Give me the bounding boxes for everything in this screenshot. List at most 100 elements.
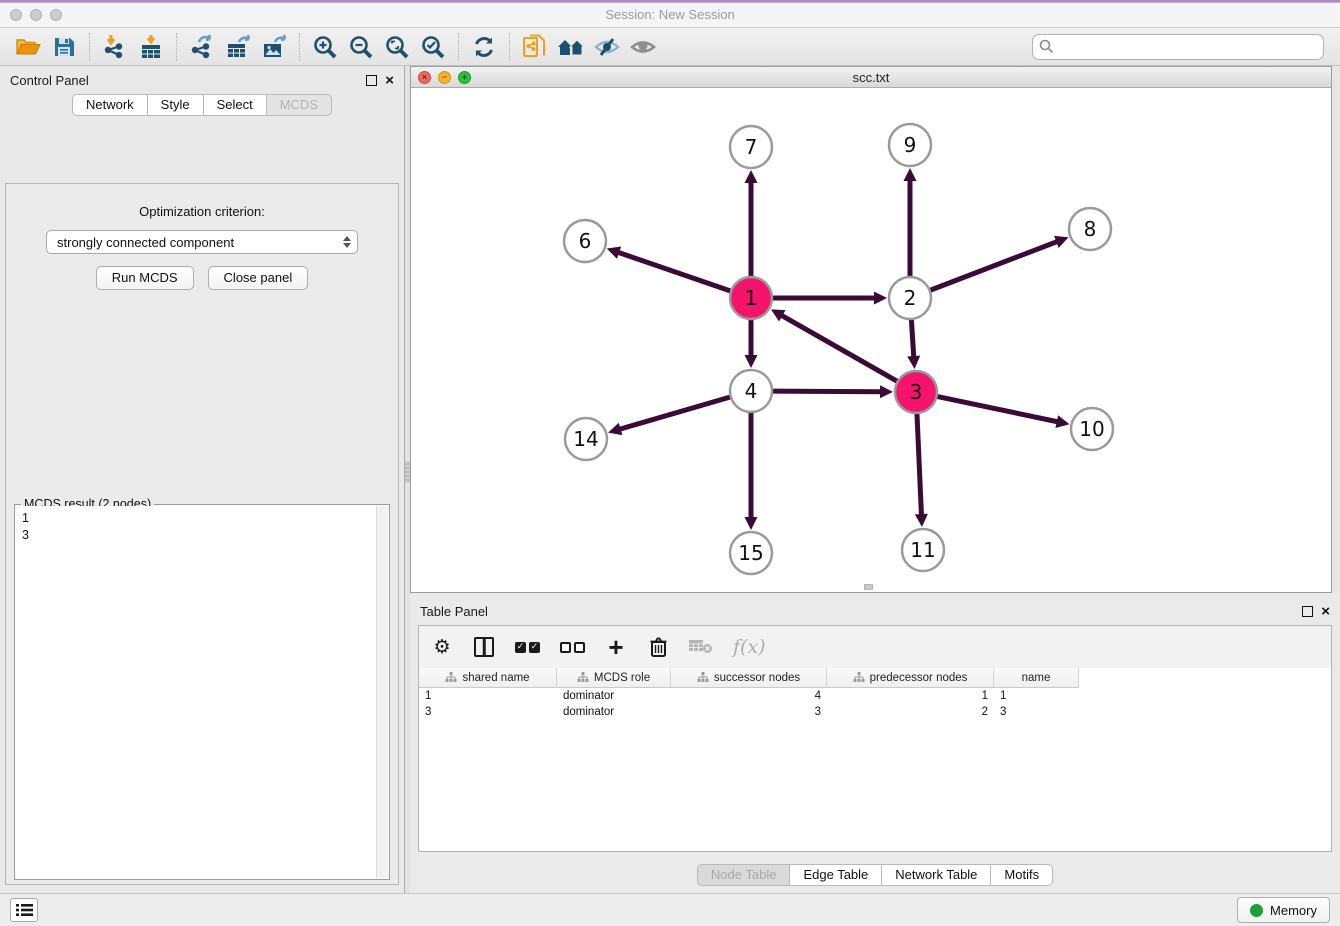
edge-3-11[interactable] (917, 414, 922, 516)
close-panel-button[interactable]: Close panel (208, 266, 309, 290)
column-header-predecessor-nodes[interactable]: predecessor nodes (827, 668, 994, 688)
result-scrollbar[interactable] (376, 506, 388, 878)
zoom-selected-icon (420, 34, 446, 60)
zoom-fit-button[interactable] (379, 32, 415, 62)
open-file-button[interactable] (10, 32, 46, 62)
hide-selected-button[interactable] (589, 32, 625, 62)
open-folder-icon (15, 35, 41, 59)
export-table-button[interactable] (220, 32, 256, 62)
edge-arrow-icon (874, 292, 887, 305)
network-hscroll-handle[interactable] (864, 584, 873, 590)
show-column-panel-button[interactable] (473, 634, 495, 660)
table-tab-motifs[interactable]: Motifs (990, 864, 1053, 886)
close-table-panel-icon[interactable]: × (1321, 606, 1330, 617)
network-canvas[interactable]: 7968124314101511 (411, 88, 1331, 592)
table-cell: 3 (994, 706, 1079, 718)
table-tab-edge-table[interactable]: Edge Table (789, 864, 882, 886)
edge-2-3[interactable] (911, 320, 913, 358)
column-share-icon (853, 672, 865, 683)
deselect-all-columns-button[interactable] (560, 634, 585, 660)
tab-select[interactable]: Select (203, 94, 267, 116)
list-icon (16, 903, 33, 917)
show-hidden-button[interactable] (625, 32, 661, 62)
criterion-dropdown[interactable]: strongly connected component (46, 230, 358, 254)
import-table-button[interactable] (133, 32, 169, 62)
table-cell: 1 (827, 690, 994, 702)
table-tab-network-table[interactable]: Network Table (881, 864, 991, 886)
edge-4-14[interactable] (619, 397, 730, 429)
edge-arrow-icon (608, 423, 622, 435)
table-cell: 4 (671, 690, 827, 702)
add-column-button[interactable]: + (605, 634, 627, 660)
network-window-titlebar[interactable]: × − + scc.txt (411, 67, 1331, 88)
column-header-shared-name[interactable]: shared name (419, 668, 557, 688)
save-icon (52, 35, 76, 59)
edge-4-3[interactable] (773, 391, 882, 392)
close-panel-icon[interactable]: × (385, 75, 394, 86)
show-all-button[interactable] (553, 32, 589, 62)
column-header-MCDS-role[interactable]: MCDS role (557, 668, 671, 688)
export-network-button[interactable] (184, 32, 220, 62)
edge-arrow-icon (904, 168, 917, 181)
zoom-out-button[interactable] (343, 32, 379, 62)
table-cell: dominator (557, 706, 671, 718)
refresh-button[interactable] (466, 32, 502, 62)
control-panel-title: Control Panel (10, 73, 89, 88)
gear-icon: ⚙ (433, 638, 450, 657)
tab-network[interactable]: Network (72, 94, 148, 116)
network-view-window: × − + scc.txt 7968124314101511 (410, 66, 1332, 593)
table-cell: dominator (557, 690, 671, 702)
search-icon (1039, 39, 1054, 54)
search-field-wrap (1032, 34, 1324, 60)
node-table: shared nameMCDS rolesuccessor nodesprede… (419, 668, 1331, 851)
control-panel-tabs: NetworkStyleSelectMCDS (0, 94, 404, 116)
table-tab-node-table[interactable]: Node Table (697, 864, 791, 886)
tab-mcds[interactable]: MCDS (266, 94, 332, 116)
task-history-button[interactable] (10, 898, 38, 922)
table-row[interactable]: 1dominator411 (419, 688, 1331, 704)
graph-node-label-4: 4 (745, 379, 758, 403)
import-table-icon (138, 34, 164, 60)
edge-3-10[interactable] (938, 397, 1059, 422)
network-window-title: scc.txt (411, 70, 1331, 85)
zoom-in-button[interactable] (307, 32, 343, 62)
mcds-result-text[interactable]: 1 3 (16, 506, 376, 878)
function-builder-button[interactable]: f(x) (733, 634, 766, 660)
table-cell: 1 (994, 690, 1079, 702)
edge-arrow-icon (745, 355, 758, 368)
graph-node-label-2: 2 (904, 286, 917, 310)
search-input[interactable] (1032, 34, 1324, 60)
column-header-successor-nodes[interactable]: successor nodes (671, 668, 827, 688)
column-header-name[interactable]: name (994, 668, 1079, 688)
zoom-selected-button[interactable] (415, 32, 451, 62)
application-window: Session: New Session (0, 0, 1340, 926)
duplicate-network-icon (521, 33, 549, 61)
delete-column-button[interactable] (647, 634, 669, 660)
export-network-icon (189, 34, 215, 60)
run-mcds-button[interactable]: Run MCDS (96, 266, 194, 290)
window-title: Session: New Session (0, 7, 1340, 22)
edge-3-1[interactable] (781, 315, 897, 381)
edge-arrow-icon (1055, 415, 1069, 428)
graph-node-label-3: 3 (910, 380, 923, 404)
table-options-button[interactable]: ⚙ (431, 634, 453, 660)
edge-2-8[interactable] (931, 241, 1059, 290)
import-network-button[interactable] (97, 32, 133, 62)
delete-table-button[interactable] (689, 634, 713, 660)
graph-node-label-14: 14 (573, 427, 598, 451)
fx-icon: f(x) (733, 636, 766, 658)
memory-status-icon (1250, 904, 1263, 917)
table-row[interactable]: 3dominator323 (419, 704, 1331, 720)
edge-1-6[interactable] (617, 252, 730, 291)
save-session-button[interactable] (46, 32, 82, 62)
table-panel: Table Panel × ⚙ ✓✓ (410, 593, 1340, 893)
export-image-button[interactable] (256, 32, 292, 62)
tab-style[interactable]: Style (147, 94, 204, 116)
float-table-panel-icon[interactable] (1302, 606, 1313, 617)
graph-node-label-15: 15 (738, 541, 763, 565)
select-all-columns-button[interactable]: ✓✓ (515, 634, 540, 660)
duplicate-network-button[interactable] (517, 32, 553, 62)
memory-button[interactable]: Memory (1237, 897, 1330, 923)
float-panel-icon[interactable] (366, 75, 377, 86)
optimization-criterion-label: Optimization criterion: (139, 204, 265, 219)
